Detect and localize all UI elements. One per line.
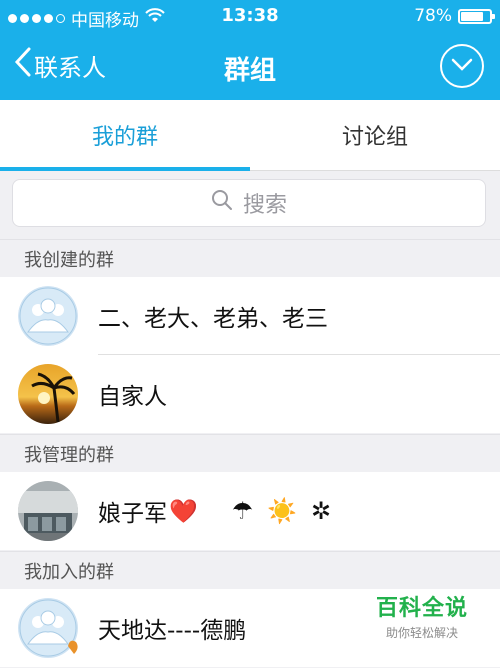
emoji-decorations: ☂ ☀️ ✲ xyxy=(232,497,332,525)
section-header-managed: 我管理的群 xyxy=(0,434,500,472)
dropdown-menu-button[interactable] xyxy=(440,44,484,88)
tab-bar: 我的群 讨论组 xyxy=(0,100,500,171)
tab-my-groups[interactable]: 我的群 xyxy=(0,100,250,170)
default-group-avatar-icon xyxy=(18,286,78,346)
page-title: 群组 xyxy=(223,56,276,86)
battery-status: 78% xyxy=(414,6,495,26)
tab-discussion-groups[interactable]: 讨论组 xyxy=(250,100,500,170)
group-name-with-emojis: 娘子军 ❤️ ☂ ☀️ ✲ xyxy=(98,472,331,550)
search-input[interactable]: 搜索 xyxy=(12,179,486,227)
search-placeholder: 搜索 xyxy=(242,193,287,218)
group-name: 二、老大、老弟、老三 xyxy=(98,306,328,332)
building-avatar-icon xyxy=(18,481,78,541)
palm-sunset-avatar-icon xyxy=(18,364,78,424)
chevron-down-icon xyxy=(451,57,473,76)
battery-icon xyxy=(458,8,495,24)
flower-icon: ✲ xyxy=(311,497,332,525)
navigation-bar: 联系人 群组 xyxy=(0,32,500,100)
watermark-subtitle: 助你轻松解决 xyxy=(385,626,458,640)
search-icon xyxy=(211,189,233,217)
sun-icon: ☀️ xyxy=(267,497,298,525)
watermark-logo: 百科全说 助你轻松解决 xyxy=(366,590,478,641)
section-header-joined: 我加入的群 xyxy=(0,551,500,589)
group-row[interactable]: 自家人 xyxy=(0,355,500,433)
status-bar: 中国移动 13:38 78% xyxy=(0,0,500,32)
default-group-avatar-icon xyxy=(18,598,78,658)
group-row[interactable]: 娘子军 ❤️ ☂ ☀️ ✲ xyxy=(0,472,500,550)
search-area: 搜索 xyxy=(0,171,500,239)
umbrella-icon: ☂ xyxy=(231,497,254,525)
group-name: 天地达----德鹏 xyxy=(98,618,247,644)
group-name: 自家人 xyxy=(98,384,167,410)
watermark-title: 百科全说 xyxy=(375,596,468,621)
group-row[interactable]: 二、老大、老弟、老三 xyxy=(0,277,500,355)
group-name: 娘子军 xyxy=(98,501,167,527)
heart-icon: ❤️ xyxy=(169,498,198,525)
battery-percent: 78% xyxy=(414,6,452,26)
section-header-created: 我创建的群 xyxy=(0,239,500,277)
